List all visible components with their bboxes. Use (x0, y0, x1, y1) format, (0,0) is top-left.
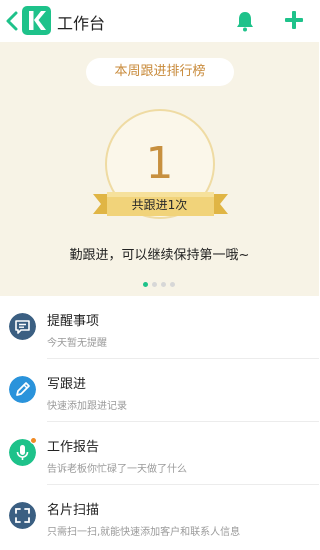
rank-number: 1 (145, 138, 174, 189)
list-item-title: 提醒事项 (47, 314, 100, 329)
list-item-write-followup[interactable]: 写跟进 快速添加跟进记录 (0, 359, 319, 422)
app-logo (22, 6, 51, 35)
list-item-subtitle: 只需扫一扫,就能快速添加客户和联系人信息 (47, 527, 241, 538)
weekly-ranking-panel[interactable]: 本周跟进排行榜 1 共跟进1次 勤跟进，可以继续保持第一哦~ (0, 42, 319, 296)
follow-count-text: 共跟进1次 (131, 198, 188, 212)
plus-icon[interactable] (284, 10, 304, 30)
list-item-subtitle: 快速添加跟进记录 (47, 401, 127, 412)
page-dot-1 (143, 282, 148, 287)
page-title: 工作台 (57, 14, 106, 33)
page-dot-3 (161, 282, 166, 287)
list-item-title: 名片扫描 (47, 503, 100, 518)
chat-icon (9, 313, 36, 340)
notification-dot (30, 437, 37, 444)
list-item-title: 写跟进 (47, 377, 87, 392)
list-item-card-scan[interactable]: 名片扫描 只需扫一扫,就能快速添加客户和联系人信息 (0, 485, 319, 548)
back-icon[interactable] (4, 10, 20, 32)
pen-icon (9, 376, 36, 403)
ranking-title-pill[interactable]: 本周跟进排行榜 (86, 58, 234, 86)
page-indicator (143, 282, 175, 288)
list-item-title: 工作报告 (47, 440, 100, 455)
bell-icon[interactable] (234, 10, 256, 32)
page-dot-4 (170, 282, 175, 287)
list-item-subtitle: 告诉老板你忙碌了一天做了什么 (47, 464, 187, 475)
list-item-reminders[interactable]: 提醒事项 今天暂无提醒 (0, 296, 319, 359)
page-dot-2 (152, 282, 157, 287)
encourage-message: 勤跟进，可以继续保持第一哦~ (69, 248, 250, 263)
list-item-work-report[interactable]: 工作报告 告诉老板你忙碌了一天做了什么 (0, 422, 319, 485)
list-item-subtitle: 今天暂无提醒 (47, 338, 107, 349)
scan-icon (9, 502, 36, 529)
top-bar: 工作台 (0, 0, 319, 42)
